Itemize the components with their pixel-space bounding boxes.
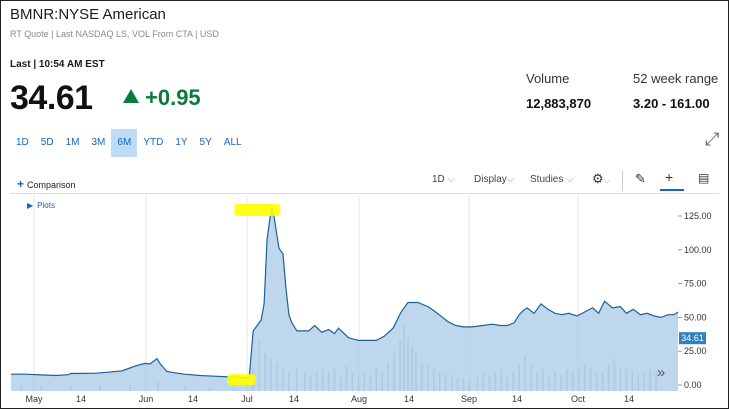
x-axis-ticks: May 14 Jun 14 Jul 14 Aug 14 Sep 14 Oct 14: [25, 394, 634, 404]
y-tick-label: 50.00: [684, 312, 707, 322]
svg-text:»: »: [657, 364, 665, 381]
y-axis-ticks: 125.00 100.00 75.00 50.00 25.00 0.00: [678, 211, 712, 390]
x-tick-label: 14: [289, 394, 299, 404]
x-tick-label: Jul: [241, 394, 253, 404]
y-tick-label: 75.00: [684, 279, 707, 289]
plots-toggle[interactable]: ▶ Plots: [27, 200, 59, 210]
last-price-label: 34.61: [681, 333, 704, 343]
x-tick-label: Aug: [351, 394, 367, 404]
y-tick-label: 0.00: [684, 380, 702, 390]
x-tick-label: May: [25, 394, 43, 404]
x-tick-label: 14: [624, 394, 634, 404]
y-tick-label: 125.00: [684, 211, 712, 221]
triangle-right-icon: ▶: [27, 201, 34, 210]
price-chart[interactable]: May 14 Jun 14 Jul 14 Aug 14 Sep 14 Oct 14 125.00 100…: [1, 1, 729, 409]
highlight-base: [227, 374, 256, 386]
x-tick-label: 14: [76, 394, 86, 404]
x-tick-label: 14: [404, 394, 414, 404]
highlight-peak: [234, 203, 281, 216]
y-tick-label: 25.00: [684, 346, 707, 356]
x-tick-label: 14: [188, 394, 198, 404]
x-tick-label: 14: [512, 394, 522, 404]
last-price-marker: 34.61: [679, 332, 706, 345]
scroll-forward-icon: »: [657, 364, 665, 381]
quote-panel: BMNR:NYSE American RT Quote | Last NASDA…: [0, 0, 729, 409]
plots-label: Plots: [37, 201, 55, 210]
x-tick-label: Sep: [461, 394, 477, 404]
y-tick-label: 100.00: [684, 245, 712, 255]
x-tick-label: Jun: [139, 394, 154, 404]
x-tick-label: Oct: [571, 394, 586, 404]
